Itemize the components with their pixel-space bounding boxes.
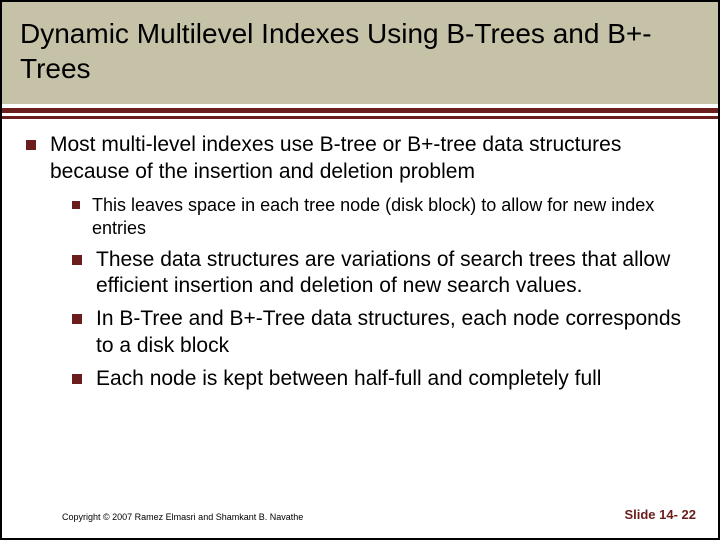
square-bullet-icon <box>72 374 82 384</box>
bullet-text: These data structures are variations of … <box>96 247 694 301</box>
bullet-list-level2: These data structures are variations of … <box>72 247 694 393</box>
bullet-list-level3: This leaves space in each tree node (dis… <box>72 194 694 241</box>
slide-number: Slide 14- 22 <box>624 507 696 522</box>
bullet-text: In B-Tree and B+-Tree data structures, e… <box>96 306 694 360</box>
title-divider <box>2 104 718 126</box>
title-band: Dynamic Multilevel Indexes Using B-Trees… <box>2 2 718 104</box>
divider-bar-thin <box>2 116 718 119</box>
divider-bar-thick <box>2 108 718 113</box>
slide-title: Dynamic Multilevel Indexes Using B-Trees… <box>20 16 700 86</box>
list-item: In B-Tree and B+-Tree data structures, e… <box>72 306 694 360</box>
list-item: This leaves space in each tree node (dis… <box>72 194 694 241</box>
square-bullet-icon <box>72 255 82 265</box>
list-item: These data structures are variations of … <box>72 247 694 301</box>
list-item: Each node is kept between half-full and … <box>72 366 694 393</box>
slide-footer: Copyright © 2007 Ramez Elmasri and Shamk… <box>2 507 718 538</box>
bullet-text: This leaves space in each tree node (dis… <box>92 194 694 241</box>
bullet-text: Each node is kept between half-full and … <box>96 366 694 393</box>
list-item: Most multi-level indexes use B-tree or B… <box>26 132 694 186</box>
copyright-text: Copyright © 2007 Ramez Elmasri and Shamk… <box>62 512 303 522</box>
square-bullet-icon <box>72 201 80 209</box>
square-bullet-icon <box>26 140 36 150</box>
bullet-list-level1: Most multi-level indexes use B-tree or B… <box>26 132 694 186</box>
slide-body: Most multi-level indexes use B-tree or B… <box>2 126 718 393</box>
square-bullet-icon <box>72 314 82 324</box>
slide: Dynamic Multilevel Indexes Using B-Trees… <box>0 0 720 540</box>
bullet-text: Most multi-level indexes use B-tree or B… <box>50 132 694 186</box>
